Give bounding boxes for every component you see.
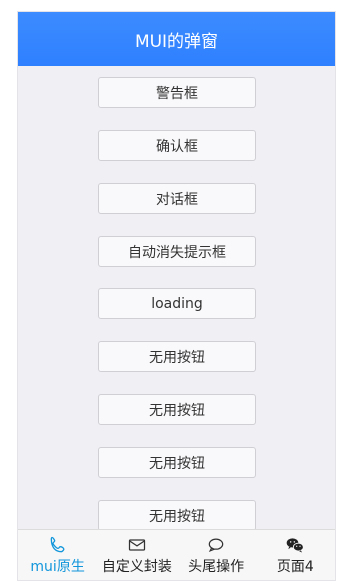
- page-title: MUI的弹窗: [134, 31, 219, 52]
- tab-page-4[interactable]: 页面4: [256, 530, 335, 580]
- useless-button-1[interactable]: 无用按钮: [98, 341, 256, 372]
- chat-bubble-icon: [208, 538, 224, 552]
- app-screen: MUI的弹窗 警告框 确认框 对话框 自动消失提示框 loading 无用按钮 …: [17, 11, 336, 581]
- wechat-icon: [287, 537, 305, 552]
- mail-icon: [128, 538, 145, 551]
- useless-button-2[interactable]: 无用按钮: [98, 394, 256, 425]
- alert-button[interactable]: 警告框: [98, 77, 256, 108]
- tab-label: mui原生: [30, 558, 85, 575]
- tab-custom-wrapper[interactable]: 自定义封装: [97, 530, 176, 580]
- tab-label: 头尾操作: [188, 558, 245, 575]
- useless-button-4[interactable]: 无用按钮: [98, 500, 256, 531]
- header-bar: MUI的弹窗: [18, 12, 335, 66]
- useless-button-3[interactable]: 无用按钮: [98, 447, 256, 478]
- tab-mui-native[interactable]: mui原生: [18, 530, 97, 580]
- button-list: 警告框 确认框 对话框 自动消失提示框 loading 无用按钮 无用按钮 无用…: [18, 66, 335, 531]
- phone-icon: [50, 536, 65, 552]
- tab-bar: mui原生 自定义封装 头尾操作 页面4: [18, 529, 335, 580]
- tab-label: 页面4: [276, 558, 314, 575]
- tab-header-footer[interactable]: 头尾操作: [177, 530, 256, 580]
- loading-button[interactable]: loading: [98, 288, 256, 319]
- prompt-button[interactable]: 对话框: [98, 183, 256, 214]
- confirm-button[interactable]: 确认框: [98, 130, 256, 161]
- tab-label: 自定义封装: [101, 558, 172, 575]
- toast-button[interactable]: 自动消失提示框: [98, 236, 256, 267]
